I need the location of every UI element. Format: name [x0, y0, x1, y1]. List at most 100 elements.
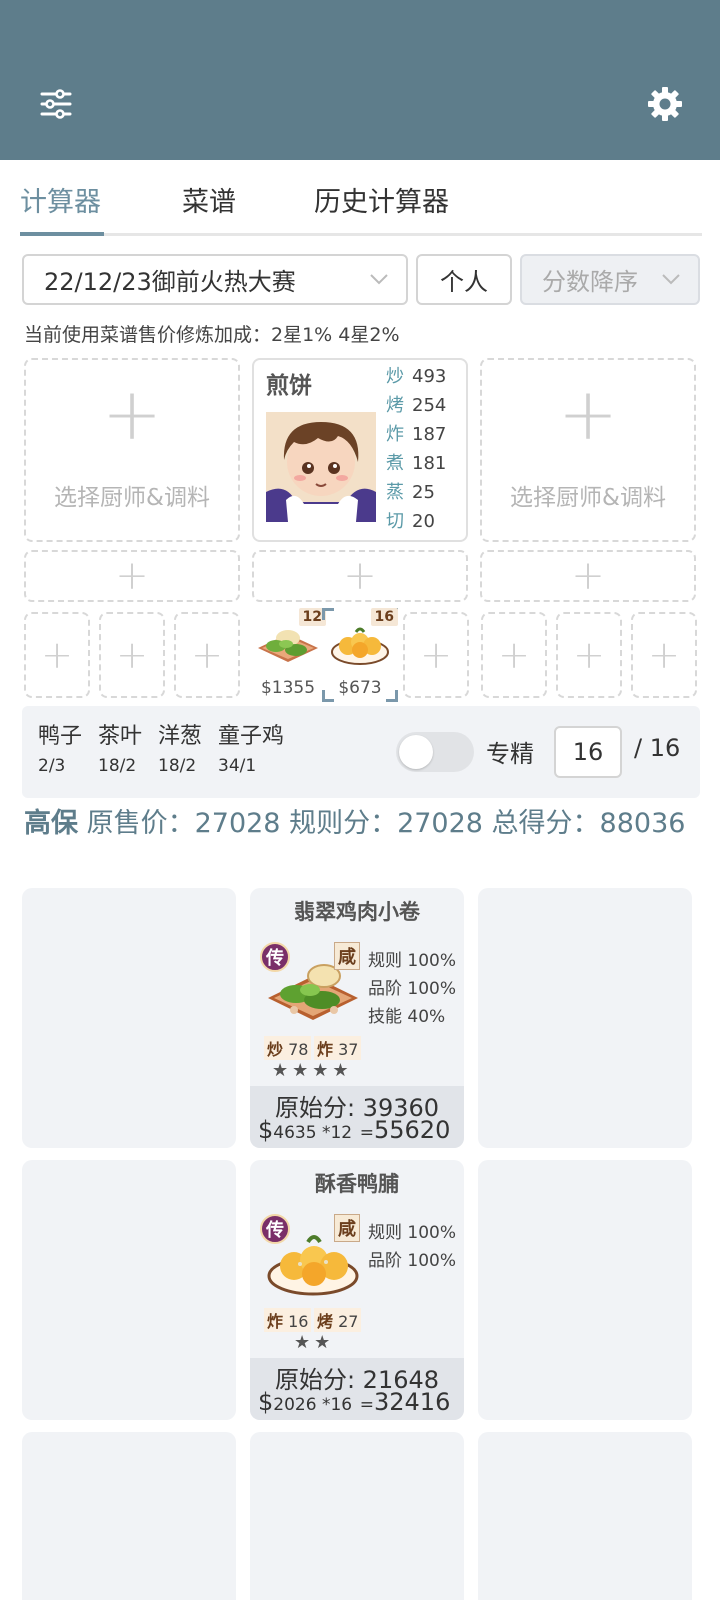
- equip-slot-2[interactable]: +: [252, 550, 468, 602]
- plus-icon: +: [573, 633, 605, 677]
- ingredient-item: 茶叶 18/2: [98, 724, 143, 776]
- ingredient-item: 洋葱 18/2: [158, 724, 203, 776]
- chef-slot-3[interactable]: + 选择厨师&调料: [480, 358, 696, 542]
- specialize-label: 专精: [486, 740, 534, 768]
- mode-select-value: 个人: [440, 268, 488, 296]
- dish-quantity-badge: 16: [370, 608, 398, 626]
- score-level: 高保: [24, 808, 78, 839]
- plus-icon: +: [498, 633, 530, 677]
- dish-skill-tag: 烤 27: [314, 1308, 362, 1332]
- dish-slot[interactable]: +: [24, 612, 90, 698]
- dish-price: $673: [338, 678, 382, 698]
- plus-icon: +: [420, 633, 452, 677]
- score-summary: 高保 原售价：27028 规则分：27028 总得分：88036: [24, 806, 696, 842]
- plus-icon: +: [41, 633, 73, 677]
- selection-corner: [322, 608, 334, 620]
- rarity-badge: 传: [260, 1214, 290, 1244]
- result-empty-cell: [478, 888, 692, 1148]
- equip-slot-1[interactable]: +: [24, 550, 240, 602]
- chef-slot-label: 选择厨师&调料: [510, 485, 666, 511]
- ingredient-item: 童子鸡 34/1: [218, 724, 285, 776]
- chef-slot-2[interactable]: 煎饼 炒 493 烤 254 炸 187 煮 181 蒸 25 切 20: [252, 358, 468, 542]
- result-empty-cell: [250, 1432, 464, 1600]
- result-empty-cell: [22, 888, 236, 1148]
- plus-icon: +: [101, 372, 163, 456]
- result-empty-cell: [22, 1160, 236, 1420]
- dish-skill-tag: 炒 78: [264, 1036, 312, 1060]
- sort-select[interactable]: 分数降序: [520, 254, 700, 305]
- result-score-footer: 原始分: 21648 $2026 *16 =32416: [250, 1358, 464, 1420]
- result-card-2[interactable]: 酥香鸭脯 传 咸 规则 100% 品阶 100% 炸 16 烤 27 ★★ 原始…: [250, 1160, 464, 1420]
- ingredient-item: 鸭子 2/3: [38, 724, 83, 776]
- sort-select-value: 分数降序: [542, 268, 638, 296]
- chef-skill: 切 20: [386, 511, 435, 532]
- plus-icon: +: [648, 633, 680, 677]
- result-dish-title: 翡翠鸡肉小卷: [294, 900, 420, 924]
- result-card-1[interactable]: 翡翠鸡肉小卷 传 咸 规则 100% 品阶 100% 技能 40% 炒 78 炸…: [250, 888, 464, 1148]
- app-header: [0, 0, 720, 160]
- chef-skill: 蒸 25: [386, 482, 435, 503]
- taste-tag: 咸: [334, 942, 360, 970]
- equip-slot-3[interactable]: +: [480, 550, 696, 602]
- chef-name: 煎饼: [266, 373, 312, 399]
- chef-slot-label: 选择厨师&调料: [54, 485, 210, 511]
- dish-skill-tag: 炸 37: [314, 1036, 362, 1060]
- ratio-line: 技能 40%: [368, 1007, 446, 1027]
- plus-icon: +: [191, 633, 223, 677]
- specialize-level-input[interactable]: 16: [554, 726, 622, 778]
- chef-skill: 煮 181: [386, 453, 447, 474]
- dish-slot[interactable]: +: [481, 612, 547, 698]
- chef-skill: 炒 493: [386, 366, 447, 387]
- sliders-icon[interactable]: [36, 84, 76, 124]
- dish-slot[interactable]: +: [556, 612, 622, 698]
- chef-slot-1[interactable]: + 选择厨师&调料: [24, 358, 240, 542]
- chef-skill: 炸 187: [386, 424, 447, 445]
- result-empty-cell: [478, 1160, 692, 1420]
- result-empty-cell: [22, 1432, 236, 1600]
- plus-icon: +: [116, 633, 148, 677]
- price-calculation: $2026 *16 =32416: [258, 1388, 451, 1416]
- dish-price: $1355: [260, 678, 316, 698]
- ratio-line: 规则 100%: [368, 1223, 457, 1243]
- price-calculation: $4635 *12 =55620: [258, 1116, 451, 1144]
- toggle-knob: [399, 735, 433, 769]
- plus-icon: +: [557, 372, 619, 456]
- ratio-line: 规则 100%: [368, 951, 457, 971]
- result-dish-title: 酥香鸭脯: [315, 1172, 399, 1196]
- star-rating: ★★★★: [272, 1060, 353, 1081]
- result-score-footer: 原始分: 39360 $4635 *12 =55620: [250, 1086, 464, 1148]
- ratio-line: 品阶 100%: [368, 1251, 457, 1271]
- chevron-down-icon: [660, 268, 682, 296]
- ingredient-panel: 鸭子 2/3 茶叶 18/2 洋葱 18/2 童子鸡 34/1 专精 16 / 16: [22, 706, 700, 798]
- dish-slot[interactable]: +: [99, 612, 165, 698]
- chef-portrait: [266, 412, 376, 522]
- dish-slot-filled-2[interactable]: 16 $673: [322, 608, 398, 702]
- rarity-badge: 传: [260, 942, 290, 972]
- contest-select[interactable]: 22/12/23御前火热大赛: [22, 254, 408, 305]
- mode-select[interactable]: 个人: [416, 254, 512, 305]
- result-empty-cell: [478, 1432, 692, 1600]
- dish-slot[interactable]: +: [174, 612, 240, 698]
- plus-icon: +: [343, 553, 377, 599]
- dish-slot[interactable]: +: [631, 612, 697, 698]
- tab-recipes[interactable]: 菜谱: [182, 180, 236, 219]
- dish-slot-filled-1[interactable]: 12 $1355: [254, 608, 326, 698]
- specialize-max: / 16: [634, 734, 681, 762]
- tab-history-calculator[interactable]: 历史计算器: [314, 180, 449, 219]
- tab-active-indicator: [20, 232, 104, 236]
- taste-tag: 咸: [334, 1214, 360, 1242]
- price-bonus-info: 当前使用菜谱售价修炼加成：2星1% 4星2%: [24, 324, 400, 346]
- dish-slot[interactable]: +: [403, 612, 469, 698]
- tab-calculator[interactable]: 计算器: [20, 180, 101, 219]
- plus-icon: +: [571, 553, 605, 599]
- tab-bar: 计算器 菜谱 历史计算器: [20, 160, 702, 236]
- chef-skill: 烤 254: [386, 395, 447, 416]
- plus-icon: +: [115, 553, 149, 599]
- ratio-line: 品阶 100%: [368, 979, 457, 999]
- star-rating: ★★: [294, 1332, 335, 1353]
- dish-skill-tag: 炸 16: [264, 1308, 312, 1332]
- contest-select-value: 22/12/23御前火热大赛: [44, 268, 296, 296]
- gear-icon[interactable]: [645, 84, 685, 124]
- chevron-down-icon: [368, 268, 390, 296]
- specialize-toggle[interactable]: [396, 732, 474, 772]
